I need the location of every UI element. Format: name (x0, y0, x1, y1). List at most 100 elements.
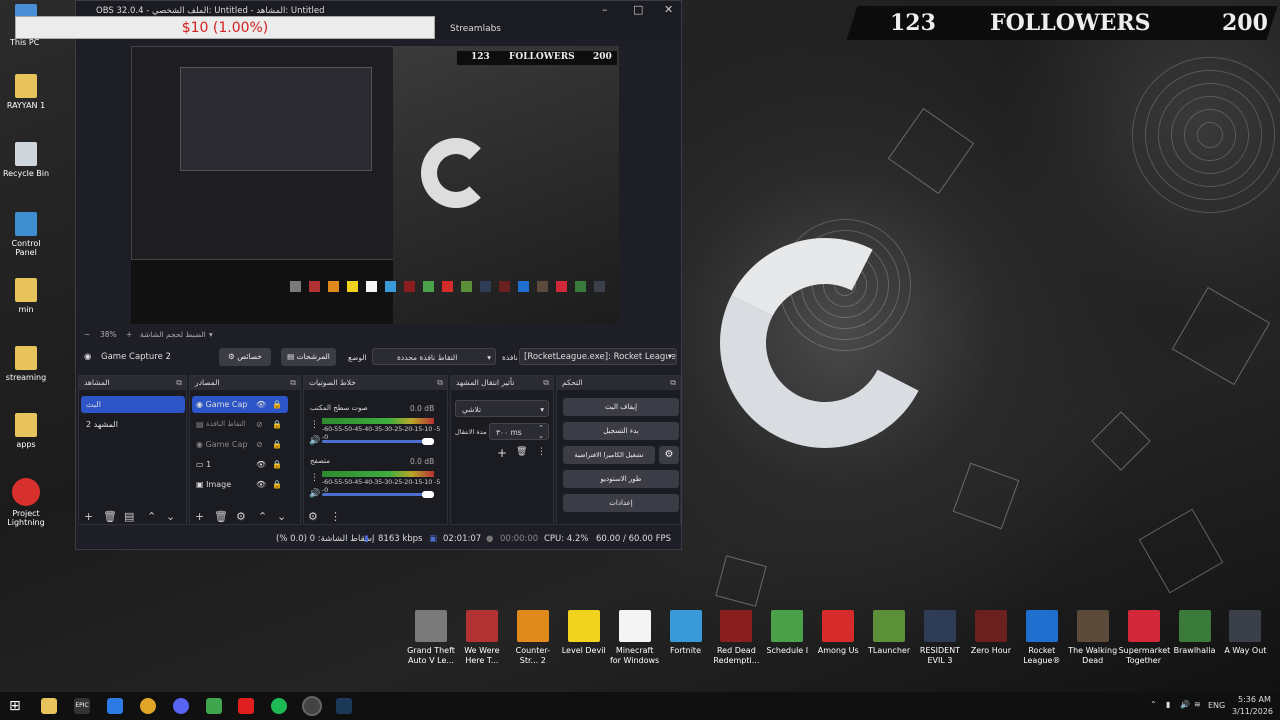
window-dropdown[interactable]: [RocketLeague.exe]: Rocket League ▾ (519, 348, 677, 365)
dock-undock-icon[interactable]: ⧉ (543, 376, 549, 390)
eye-icon[interactable]: 👁 (256, 456, 266, 473)
lock-icon[interactable]: 🔒 (272, 396, 282, 413)
maximize-icon[interactable]: □ (633, 3, 643, 16)
close-icon[interactable]: ✕ (664, 3, 673, 16)
scene-filters-icon[interactable]: ▤ (124, 510, 134, 523)
start-virtual-camera-button[interactable]: تشغيل الكاميرا الافتراضية (563, 446, 655, 464)
move-up-icon[interactable]: ⌃ (258, 510, 267, 523)
volume-slider-handle[interactable] (422, 438, 434, 445)
windows-start-icon[interactable]: ⊞ (9, 698, 25, 714)
dock-undock-icon[interactable]: ⧉ (176, 376, 182, 390)
game-shortcut[interactable]: Brawlhalla (1170, 610, 1220, 656)
eye-icon[interactable]: 👁 (256, 396, 266, 413)
source-item[interactable]: ▤ التقاط النافذة ⊘ 🔒 (192, 416, 288, 433)
desktop-icon-control-panel[interactable]: Control Panel (2, 212, 50, 257)
remove-transition-icon[interactable]: 🗑 (516, 447, 527, 457)
obs-taskbar-icon[interactable] (304, 698, 320, 714)
volume-slider-handle[interactable] (422, 491, 434, 498)
virtual-camera-settings-icon[interactable]: ⚙ (659, 446, 679, 464)
volume-icon[interactable]: 🔊 (1180, 700, 1190, 709)
source-item[interactable]: ◉ Game Capture 2 👁 🔒 (192, 396, 288, 413)
chevron-up-icon[interactable]: ⌃ (1150, 700, 1157, 709)
scene-item[interactable]: البث (81, 396, 185, 413)
youtube-icon[interactable] (238, 698, 254, 714)
remove-source-icon[interactable]: 🗑 (214, 510, 228, 523)
dock-undock-icon[interactable]: ⧉ (290, 376, 296, 390)
minimize-icon[interactable]: – (602, 3, 608, 16)
game-shortcut[interactable]: Grand Theft Auto V Le... (406, 610, 456, 666)
source-item[interactable]: ▣ Image 👁 🔒 (192, 476, 288, 493)
obs-preview[interactable]: 123 FOLLOWERS 200 (131, 46, 619, 324)
filters-button[interactable]: ▤ المرشحات (281, 348, 336, 366)
language-indicator[interactable]: ENG (1208, 701, 1225, 710)
microphone-icon[interactable]: ▮ (1166, 700, 1170, 709)
desktop-icon-min[interactable]: min (2, 278, 50, 314)
epic-games-icon[interactable]: EPIC (74, 698, 90, 714)
start-recording-button[interactable]: بدء التسجيل (563, 422, 679, 440)
move-down-icon[interactable]: ⌄ (166, 510, 175, 523)
volume-slider[interactable] (322, 440, 434, 443)
spin-arrows-icon[interactable]: ⌃ ⌄ (538, 424, 544, 440)
menu-streamlabs[interactable]: Streamlabs (450, 24, 501, 34)
properties-button[interactable]: ⚙ خصائص (219, 348, 271, 366)
obs-window[interactable]: OBS 32.0.4 - الملف الشخصي: Untitled - ال… (75, 0, 682, 550)
advanced-audio-icon[interactable]: ⚙ (308, 510, 318, 523)
scene-item[interactable]: المشهد 2 (81, 416, 185, 433)
source-item[interactable]: ▭ 1 👁 🔒 (192, 456, 288, 473)
game-shortcut[interactable]: Among Us (813, 610, 863, 656)
duration-spinbox[interactable]: ٣٠٠ ms ⌃ ⌄ (489, 423, 549, 440)
kebab-menu-icon[interactable]: ⋮ (537, 447, 546, 457)
dock-undock-icon[interactable]: ⧉ (437, 376, 443, 390)
volume-slider[interactable] (322, 493, 434, 496)
move-up-icon[interactable]: ⌃ (147, 510, 156, 523)
game-shortcut[interactable]: Minecraft for Windows (610, 610, 660, 666)
add-transition-icon[interactable]: + (497, 446, 507, 460)
kebab-menu-icon[interactable]: ⋮ (310, 473, 319, 483)
lock-icon[interactable]: 🔒 (272, 476, 282, 493)
studio-mode-button[interactable]: طور الاستوديو (563, 470, 679, 488)
chevron-down-icon[interactable]: ▾ (209, 330, 213, 339)
store-icon[interactable] (107, 698, 123, 714)
clock-date[interactable]: 3/11/2026 (1232, 707, 1273, 716)
eye-hidden-icon[interactable]: ⊘ (256, 436, 263, 453)
wifi-icon[interactable]: ≋ (1194, 700, 1201, 709)
lock-icon[interactable]: 🔒 (272, 416, 282, 433)
game-shortcut[interactable]: We Were Here T... (457, 610, 507, 666)
game-shortcut[interactable]: TLauncher (864, 610, 914, 656)
remove-scene-icon[interactable]: 🗑 (103, 510, 117, 523)
game-shortcut[interactable]: Red Dead Redempti... (711, 610, 761, 666)
kebab-menu-icon[interactable]: ⋮ (330, 510, 341, 523)
file-explorer-icon[interactable] (41, 698, 57, 714)
stop-streaming-button[interactable]: إيقاف البث (563, 398, 679, 416)
game-shortcut[interactable]: Zero Hour (966, 610, 1016, 656)
dock-undock-icon[interactable]: ⧉ (670, 376, 676, 390)
game-shortcut[interactable]: Rocket League® (1017, 610, 1067, 666)
game-shortcut[interactable]: Fortnite (661, 610, 711, 656)
mode-dropdown[interactable]: التقاط نافذة محددة ▾ (372, 348, 496, 365)
desktop-icon-streaming[interactable]: streaming (2, 346, 50, 382)
preview-fit-hint[interactable]: الضبط لحجم الشاشة (140, 330, 206, 339)
eye-hidden-icon[interactable]: ⊘ (256, 416, 263, 433)
eye-icon[interactable]: 👁 (256, 476, 266, 493)
game-shortcut[interactable]: Counter-Str... 2 (508, 610, 558, 666)
game-launcher-icon[interactable] (206, 698, 222, 714)
desktop-icon-recycle-bin[interactable]: Recycle Bin (2, 142, 50, 178)
lock-icon[interactable]: 🔒 (272, 456, 282, 473)
source-properties-icon[interactable]: ⚙ (236, 510, 246, 523)
discord-icon[interactable] (173, 698, 189, 714)
game-shortcut[interactable]: RESIDENT EVIL 3 (915, 610, 965, 666)
source-item[interactable]: ◉ Game Capture ⊘ 🔒 (192, 436, 288, 453)
spotify-icon[interactable] (271, 698, 287, 714)
game-shortcut[interactable]: A Way Out (1220, 610, 1270, 656)
desktop-icon-rayyan[interactable]: RAYYAN 1 (2, 74, 50, 110)
add-scene-icon[interactable]: + (84, 510, 93, 523)
zoom-out-icon[interactable]: − (84, 330, 90, 339)
steam-icon[interactable] (336, 698, 352, 714)
speaker-icon[interactable]: 🔊 (309, 436, 320, 446)
zoom-in-icon[interactable]: + (126, 330, 132, 339)
lock-icon[interactable]: 🔒 (272, 436, 282, 453)
game-shortcut[interactable]: The Walking Dead (1068, 610, 1118, 666)
clock-time[interactable]: 5:36 AM (1238, 695, 1271, 704)
transition-dropdown[interactable]: تلاشي ▾ (455, 400, 549, 417)
desktop-icon-project-lightning[interactable]: Project Lightning (2, 478, 50, 527)
